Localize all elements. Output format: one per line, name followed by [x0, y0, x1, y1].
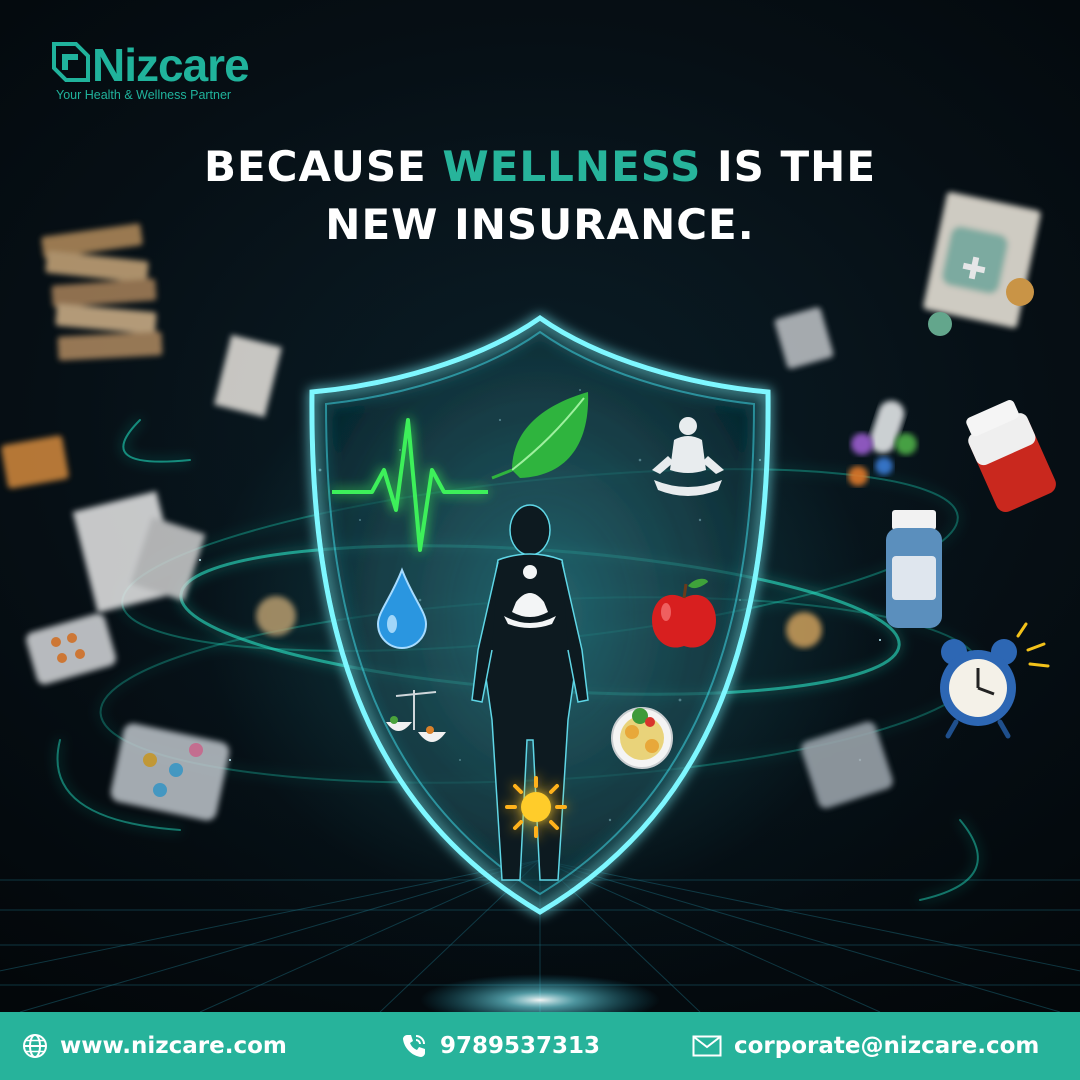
headline-part-1: BECAUSE [203, 142, 427, 191]
headline-line-2: NEW INSURANCE. [325, 200, 755, 249]
brand-name: Nizcare [92, 39, 250, 91]
poster-stage: Nizcare Your Health & Wellness Partner B… [0, 0, 1080, 1012]
globe-icon [23, 1034, 47, 1058]
brand-tagline: Your Health & Wellness Partner [56, 88, 232, 102]
documents-icon [1, 223, 296, 821]
headline-part-2: IS THE [717, 142, 877, 191]
contact-bar: www.nizcare.com 9789537313 corporate@niz… [0, 1012, 1080, 1080]
phone-text: 9789537313 [440, 1033, 601, 1059]
email-link[interactable]: corporate@nizcare.com [692, 1012, 1039, 1080]
website-text: www.nizcare.com [60, 1033, 287, 1059]
food-plate-icon [611, 707, 673, 769]
headline-line-1: BECAUSE WELLNESS IS THE [0, 138, 1080, 196]
mail-icon [692, 1035, 722, 1057]
phone-icon [403, 1035, 425, 1057]
headline-accent: WELLNESS [442, 142, 702, 191]
headline: BECAUSE WELLNESS IS THE NEW INSURANCE. [0, 138, 1080, 254]
email-text: corporate@nizcare.com [734, 1033, 1040, 1059]
phone-link[interactable]: 9789537313 [400, 1012, 600, 1080]
website-link[interactable]: www.nizcare.com [22, 1012, 287, 1080]
sun-icon [505, 776, 567, 838]
alarm-clock-icon [940, 622, 1050, 739]
nizcare-logo-icon [52, 42, 90, 82]
medicine-bottle-icon [886, 400, 1056, 628]
